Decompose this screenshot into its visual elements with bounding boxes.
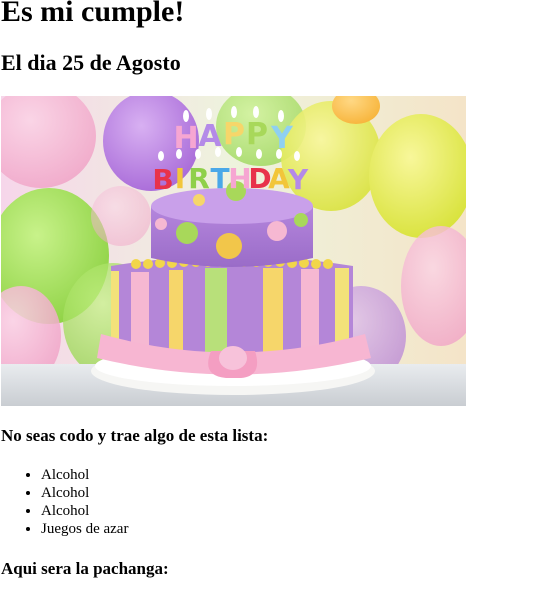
list-item: Alcohol bbox=[41, 502, 128, 520]
page-title: Es mi cumple! bbox=[1, 0, 185, 28]
svg-text:T: T bbox=[210, 162, 229, 195]
svg-text:R: R bbox=[188, 162, 210, 195]
list-heading: No seas codo y trae algo de esta lista: bbox=[1, 426, 269, 445]
place-heading: Aqui sera la pachanga: bbox=[1, 559, 169, 578]
birthday-cake-image: H A P P Y B I R T H D A Y bbox=[1, 96, 466, 406]
list-item: Alcohol bbox=[41, 484, 128, 502]
svg-text:B: B bbox=[152, 163, 173, 196]
svg-text:Y: Y bbox=[270, 121, 294, 156]
svg-text:P: P bbox=[246, 117, 268, 152]
svg-text:P: P bbox=[223, 117, 245, 152]
date-heading: El dia 25 de Agosto bbox=[1, 50, 181, 75]
page: Es mi cumple! El dia 25 de Agosto H A P … bbox=[0, 0, 554, 590]
svg-text:Y: Y bbox=[287, 163, 309, 196]
list-item: Juegos de azar bbox=[41, 520, 128, 538]
svg-text:A: A bbox=[268, 162, 290, 195]
list-item: Alcohol bbox=[41, 466, 128, 484]
wish-list: Alcohol Alcohol Alcohol Juegos de azar bbox=[1, 466, 128, 538]
svg-text:I: I bbox=[175, 162, 185, 195]
